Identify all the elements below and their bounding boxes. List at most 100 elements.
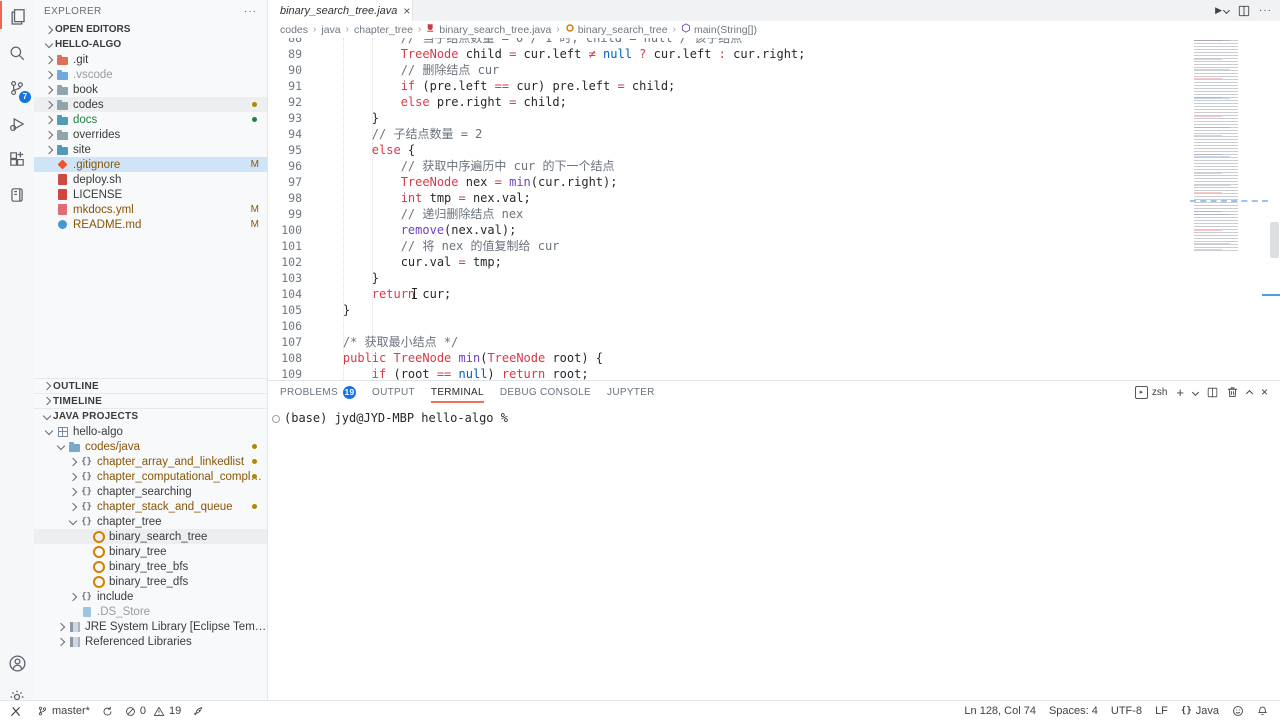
git-branch-status[interactable]: master* — [37, 705, 90, 717]
tree-item-binary-tree-bfs[interactable]: binary_tree_bfs — [34, 559, 267, 574]
remote-indicator[interactable] — [6, 706, 25, 717]
tree-item--gitignore[interactable]: .gitignoreM — [34, 157, 267, 172]
terminal-prompt[interactable]: (base) jyd@JYD-MBP hello-algo % — [284, 411, 508, 425]
tree-item-chapter-tree[interactable]: {}chapter_tree — [34, 514, 267, 529]
indentation[interactable]: Spaces: 4 — [1049, 705, 1098, 717]
tree-item-binary-tree-dfs[interactable]: binary_tree_dfs — [34, 574, 267, 589]
code-line-94: 94 // 子结点数量 = 2 — [268, 126, 1188, 142]
tree-item-codes-java[interactable]: codes/java — [34, 439, 267, 454]
breadcrumb-item-java[interactable]: java — [321, 24, 340, 36]
search-icon[interactable] — [0, 38, 34, 68]
overview-ruler[interactable] — [1268, 0, 1280, 380]
code-line-89: 89 TreeNode child = cur.left ≠ null ? cu… — [268, 46, 1188, 62]
java-server-mode[interactable] — [193, 706, 204, 717]
run-java-button[interactable]: ▶ — [1215, 5, 1229, 16]
tree-item-license[interactable]: LICENSE — [34, 187, 267, 202]
line-number: 96 — [268, 158, 314, 174]
scrollbar-thumb[interactable] — [1270, 222, 1279, 258]
breadcrumb-item-chapter-tree[interactable]: chapter_tree — [354, 24, 413, 36]
split-terminal-icon[interactable] — [1207, 387, 1218, 398]
braces-icon: {} — [81, 487, 92, 497]
problems-status[interactable]: 0 19 — [125, 705, 181, 717]
line-number: 98 — [268, 190, 314, 206]
maximize-panel-icon[interactable] — [1246, 390, 1253, 397]
timeline-section[interactable]: TIMELINE — [34, 393, 267, 408]
split-editor-icon[interactable] — [1238, 5, 1250, 17]
code-line-90: 90 // 删除结点 cur — [268, 62, 1188, 78]
tree-item--ds-store[interactable]: .DS_Store — [34, 604, 267, 619]
java-projects-section[interactable]: JAVA PROJECTS — [34, 408, 267, 424]
kill-terminal-icon[interactable] — [1227, 386, 1238, 398]
tree-item-book[interactable]: book — [34, 82, 267, 97]
sync-status[interactable] — [102, 706, 113, 717]
tree-item-chapter-array-and-linkedlist[interactable]: {}chapter_array_and_linkedlist — [34, 454, 267, 469]
tree-item-label: chapter_stack_and_queue — [97, 501, 267, 513]
tree-item-chapter-computational-complexity[interactable]: {}chapter_computational_complexity — [34, 469, 267, 484]
class-icon — [93, 531, 105, 543]
project-root-row[interactable]: HELLO-ALGO — [34, 37, 267, 52]
tree-item-site[interactable]: site — [34, 142, 267, 157]
tree-item-label: chapter_tree — [97, 516, 267, 528]
tree-item-hello-algo[interactable]: hello-algo — [34, 424, 267, 439]
terminal-profile[interactable]: ▸ zsh — [1135, 386, 1168, 399]
chevron-right-icon — [44, 145, 52, 153]
minimap[interactable] — [1190, 40, 1268, 340]
tree-item-docs[interactable]: docs — [34, 112, 267, 127]
panel-tab-terminal[interactable]: TERMINAL — [431, 381, 484, 403]
tree-item--vscode[interactable]: .vscode — [34, 67, 267, 82]
tree-item-jre-system-library-eclipse-temurin-17-17-[interactable]: JRE System Library [Eclipse Temurin 17 [… — [34, 619, 267, 634]
breadcrumb-item-main-string-[interactable]: main(String[]) — [681, 23, 757, 36]
tree-item-referenced-libraries[interactable]: Referenced Libraries — [34, 634, 267, 649]
panel-tab-debug-console[interactable]: DEBUG CONSOLE — [500, 381, 591, 403]
encoding[interactable]: UTF-8 — [1111, 705, 1142, 717]
mouse-ibeam-cursor — [414, 288, 415, 299]
panel-tab-jupyter[interactable]: JUPYTER — [607, 381, 655, 403]
tree-item-binary-tree[interactable]: binary_tree — [34, 544, 267, 559]
code-text: int tmp = nex.val; — [314, 190, 531, 206]
extensions-icon[interactable] — [0, 144, 34, 174]
tree-item-binary-search-tree[interactable]: binary_search_tree — [34, 529, 267, 544]
account-icon[interactable] — [0, 648, 34, 678]
tree-item-codes[interactable]: codes — [34, 97, 267, 112]
source-control-icon[interactable]: 7 — [0, 73, 34, 103]
panel-tab-problems[interactable]: PROBLEMS19 — [280, 381, 356, 403]
new-terminal-icon[interactable]: + — [1176, 385, 1184, 400]
close-panel-icon[interactable]: × — [1261, 385, 1268, 399]
code-editor[interactable]: 88 // 当子结点数量 = 0 / 1 时, child = null / 该… — [268, 38, 1188, 380]
explorer-more-icon[interactable]: ··· — [244, 6, 257, 17]
tab-binary-search-tree[interactable]: binary_search_tree.java × — [268, 0, 413, 21]
tree-item-include[interactable]: {}include — [34, 589, 267, 604]
run-debug-icon[interactable] — [0, 109, 34, 139]
outline-section[interactable]: OUTLINE — [34, 378, 267, 393]
language-mode[interactable]: {} Java — [1181, 705, 1219, 717]
braces-icon: {} — [81, 592, 92, 602]
tree-item--git[interactable]: .git — [34, 52, 267, 67]
feedback-smiley-icon[interactable] — [1232, 705, 1244, 717]
chevron-right-icon — [68, 487, 76, 495]
language-label: Java — [1196, 705, 1219, 717]
terminal-dropdown-icon[interactable] — [1192, 388, 1199, 395]
class-icon — [93, 561, 105, 573]
tree-item-deploy-sh[interactable]: deploy.sh — [34, 172, 267, 187]
eol-sequence[interactable]: LF — [1155, 705, 1168, 717]
tree-item-readme-md[interactable]: README.mdM — [34, 217, 267, 232]
tree-item-overrides[interactable]: overrides — [34, 127, 267, 142]
tree-item-chapter-stack-and-queue[interactable]: {}chapter_stack_and_queue — [34, 499, 267, 514]
chevron-down-icon — [42, 411, 50, 419]
line-number: 95 — [268, 142, 314, 158]
notifications-bell-icon[interactable] — [1257, 705, 1268, 717]
tree-item-mkdocs-yml[interactable]: mkdocs.ymlM — [34, 202, 267, 217]
breadcrumb-separator-icon: › — [346, 24, 349, 35]
cursor-position[interactable]: Ln 128, Col 74 — [964, 705, 1036, 717]
tab-close-icon[interactable]: × — [403, 5, 410, 17]
breadcrumb-item-binary-search-tree[interactable]: binary_search_tree — [565, 23, 668, 36]
tree-item-chapter-searching[interactable]: {}chapter_searching — [34, 484, 267, 499]
panel-tab-output[interactable]: OUTPUT — [372, 381, 415, 403]
notebook-icon[interactable] — [0, 180, 34, 210]
breadcrumb-item-codes[interactable]: codes — [280, 24, 308, 36]
explorer-icon[interactable] — [0, 2, 34, 32]
tree-item-label: binary_tree — [109, 546, 267, 558]
scm-pending-badge: 7 — [19, 91, 31, 103]
open-editors-section[interactable]: OPEN EDITORS — [34, 22, 267, 37]
breadcrumb-item-binary-search-tree-java[interactable]: binary_search_tree.java — [426, 23, 551, 36]
